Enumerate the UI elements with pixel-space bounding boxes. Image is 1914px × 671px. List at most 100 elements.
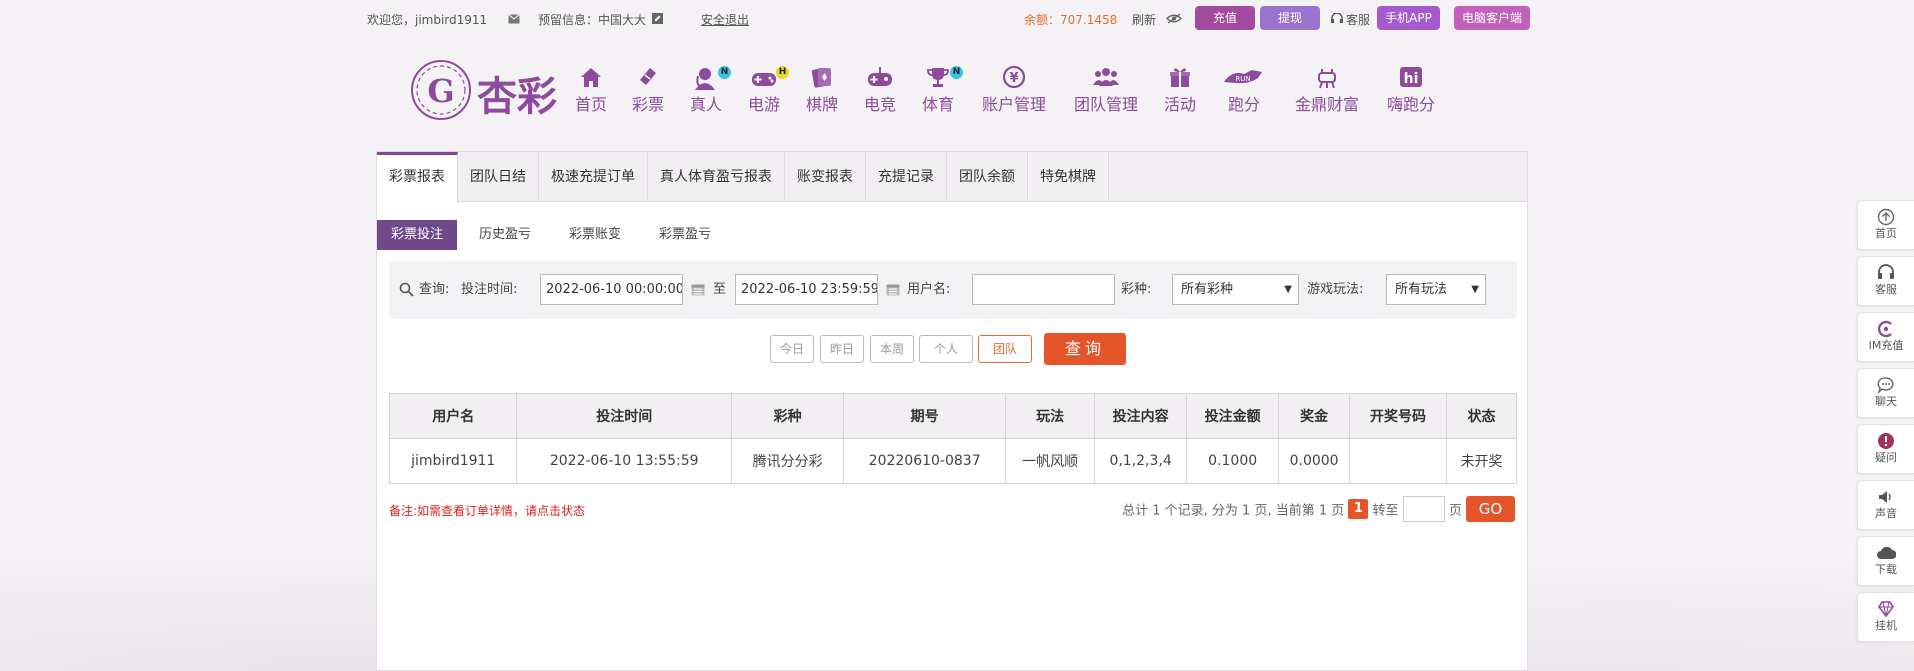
svg-text:hi: hi [1404, 71, 1419, 87]
float-im-recharge-button[interactable]: IM充值 [1857, 312, 1914, 362]
col-amount: 投注金额 [1186, 393, 1280, 439]
col-prize: 奖金 [1278, 393, 1350, 439]
bets-table: 用户名 投注时间 彩种 期号 玩法 投注内容 投注金额 奖金 开奖号码 状态 j… [388, 393, 1517, 484]
nav-item-esports[interactable]: 电竞 [863, 64, 897, 116]
yesterday-button[interactable]: 昨日 [820, 335, 864, 363]
edit-icon[interactable] [652, 11, 663, 25]
bet-time-label: 投注时间: [461, 282, 518, 297]
tab-fast-orders[interactable]: 极速充提订单 [539, 152, 648, 202]
cell-username: jimbird1911 [388, 438, 518, 484]
nav-item-activity[interactable]: 活动 [1163, 64, 1197, 116]
nav-item-egames[interactable]: H 电游 [747, 64, 789, 116]
team-button[interactable]: 团队 [978, 335, 1032, 363]
pc-client-button[interactable]: 电脑客户端 [1454, 6, 1530, 30]
nav-item-cards[interactable]: 棋牌 [805, 64, 839, 116]
cloud-download-icon [1858, 544, 1914, 562]
search-button[interactable]: 查询 [1044, 333, 1126, 365]
mobile-app-button[interactable]: 手机APP [1377, 6, 1440, 30]
service-link[interactable]: 客服 [1346, 11, 1370, 28]
speaker-icon [1858, 488, 1914, 506]
table-row: jimbird1911 2022-06-10 13:55:59 腾讯分分彩 20… [388, 438, 1517, 484]
nav-item-team[interactable]: 团队管理 [1071, 64, 1141, 116]
table-note: 备注:如需查看订单详情，请点击状态 [389, 504, 586, 518]
nav-item-hi-score[interactable]: hi 嗨跑分 [1385, 64, 1437, 116]
float-home-button[interactable]: 首页 [1857, 200, 1914, 250]
today-button[interactable]: 今日 [770, 335, 814, 363]
nav-item-running-score[interactable]: RUN 跑分 [1220, 64, 1268, 116]
svg-text:¥: ¥ [1009, 71, 1018, 86]
dropdown-arrow-icon: ▼ [1471, 284, 1479, 295]
lottery-type-select[interactable]: 所有彩种 ▼ [1172, 274, 1299, 305]
arrow-up-icon [1858, 208, 1914, 226]
query-label: 查询: [419, 282, 450, 297]
float-download-button[interactable]: 下载 [1857, 536, 1914, 586]
headset-icon[interactable] [1331, 11, 1343, 25]
start-time-input[interactable]: 2022-06-10 00:00:00 [540, 274, 683, 305]
eye-hidden-icon[interactable] [1166, 11, 1182, 25]
nav-item-lottery[interactable]: 彩票 [631, 64, 665, 116]
logout-link[interactable]: 安全退出 [701, 11, 749, 28]
dropdown-arrow-icon: ▼ [1284, 284, 1292, 295]
tab-team-balance[interactable]: 团队余额 [947, 152, 1028, 202]
withdraw-button[interactable]: 提现 [1260, 6, 1320, 30]
pager-current-page[interactable]: 1 [1348, 499, 1369, 519]
username-input[interactable] [972, 274, 1115, 305]
table-header-row: 用户名 投注时间 彩种 期号 玩法 投注内容 投注金额 奖金 开奖号码 状态 [388, 393, 1517, 439]
cell-play: 一帆风顺 [1005, 438, 1096, 484]
float-question-button[interactable]: 疑问 [1857, 424, 1914, 474]
play-type-select[interactable]: 所有玩法 ▼ [1386, 274, 1486, 305]
pager-page-input[interactable] [1402, 496, 1445, 522]
mail-icon[interactable] [508, 11, 520, 25]
subtab-lottery-pl[interactable]: 彩票盈亏 [645, 220, 725, 250]
subtab-lottery-changes[interactable]: 彩票账变 [555, 220, 635, 250]
to-label: 至 [713, 282, 727, 297]
subtab-history-pl[interactable]: 历史盈亏 [465, 220, 545, 250]
this-week-button[interactable]: 本周 [870, 335, 914, 363]
hi-score-icon: hi [1385, 64, 1437, 94]
question-icon [1858, 432, 1914, 450]
refresh-link[interactable]: 刷新 [1132, 11, 1156, 28]
nav-item-sports[interactable]: N 体育 [921, 64, 963, 116]
subtab-lottery-bets[interactable]: 彩票投注 [377, 220, 458, 250]
nav-item-home[interactable]: 首页 [574, 64, 608, 116]
recharge-button[interactable]: 充值 [1195, 6, 1255, 30]
tab-special-cards[interactable]: 特免棋牌 [1028, 152, 1109, 202]
tab-team-daily[interactable]: 团队日结 [458, 152, 539, 202]
calendar-icon[interactable] [886, 261, 900, 319]
cards-icon [805, 64, 839, 94]
welcome-text: 欢迎您，jimbird1911 [367, 13, 488, 27]
nav-item-wealth[interactable]: 金鼎财富 [1292, 64, 1362, 116]
diamond-icon [1858, 600, 1914, 618]
status-link[interactable]: 未开奖 [1446, 438, 1517, 484]
logo-text: 杏彩 [477, 73, 557, 120]
balance-text: 余额：707.1458 [1024, 13, 1118, 27]
float-service-button[interactable]: 客服 [1857, 256, 1914, 306]
username-label: 用户名: [907, 282, 951, 297]
query-bar: 查询: 投注时间: 2022-06-10 00:00:00 至 2022-06-… [389, 261, 1517, 319]
tab-lottery-report[interactable]: 彩票报表 [377, 152, 458, 203]
team-icon [1071, 64, 1141, 94]
col-status: 状态 [1446, 393, 1517, 439]
float-chat-button[interactable]: 聊天 [1857, 368, 1914, 418]
float-sound-button[interactable]: 声音 [1857, 480, 1914, 530]
personal-button[interactable]: 个人 [919, 335, 973, 363]
col-lottery: 彩种 [730, 393, 845, 439]
nav-badge: N [718, 66, 731, 79]
pager-go-button[interactable]: GO [1466, 496, 1515, 522]
calendar-icon[interactable] [691, 261, 705, 319]
top-bar: 欢迎您，jimbird1911 预留信息：中国大大 安全退出 余额：707.14… [0, 0, 1914, 36]
nav-item-account[interactable]: ¥ 账户管理 [979, 64, 1049, 116]
end-time-input[interactable]: 2022-06-10 23:59:59 [735, 274, 878, 305]
tab-deposit-withdraw[interactable]: 充提记录 [866, 152, 947, 202]
nav-item-live[interactable]: N 真人 [689, 64, 731, 116]
brand-logo[interactable]: G 杏彩 [411, 58, 565, 122]
im-recharge-icon [1858, 320, 1914, 338]
pager-page-unit: 页 [1448, 503, 1462, 519]
tab-live-sports-report[interactable]: 真人体育盈亏报表 [648, 152, 785, 202]
gift-icon [1163, 64, 1197, 94]
home-icon [574, 64, 608, 94]
float-idle-button[interactable]: 挂机 [1857, 592, 1914, 642]
tab-account-change[interactable]: 账变报表 [785, 152, 866, 202]
chat-bubble-icon [1858, 376, 1914, 395]
lottery-ticket-icon [631, 64, 665, 94]
